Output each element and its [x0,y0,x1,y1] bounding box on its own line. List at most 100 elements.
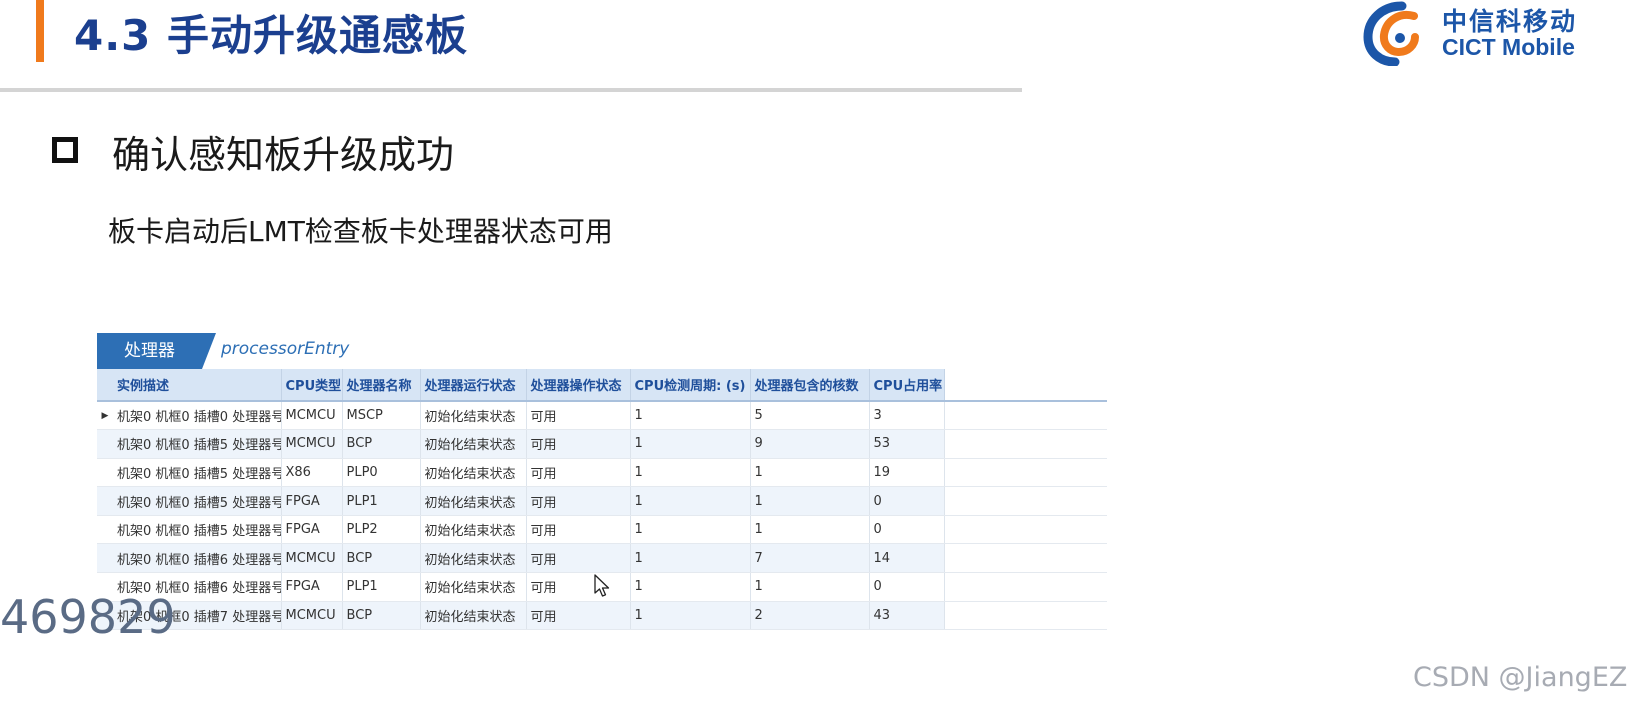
table-cell[interactable]: 可用 [526,572,631,602]
row-selector[interactable] [97,543,113,574]
table-cell[interactable]: 1 [630,486,751,516]
table-row[interactable]: 机架0 机框0 插槽5 处理器号0 MCMCU BCP 初始化结束状态 可用 1 9 53 [97,429,1107,459]
table-cell[interactable]: 机架0 机框0 插槽0 处理器号0 [113,401,282,431]
table-cell[interactable]: 53 [869,429,945,459]
table-cell[interactable]: 1 [630,401,751,431]
table-cell[interactable]: 1 [750,486,870,516]
table-cell[interactable]: MSCP [342,401,421,431]
section-heading: 确认感知板升级成功 [112,133,455,177]
table-cell[interactable]: MCMCU [281,429,343,459]
table-cell[interactable]: 7 [750,543,870,574]
column-header[interactable]: CPU占用率 [869,369,945,402]
table-cell[interactable]: PLP2 [342,515,421,545]
table-cell[interactable]: 初始化结束状态 [420,429,527,459]
table-cell[interactable]: 可用 [526,458,631,488]
table-row[interactable]: 机架0 机框0 插槽5 处理器号2 FPGA PLP1 初始化结束状态 可用 1 1 0 [97,486,1107,516]
table-cell[interactable]: BCP [342,601,421,631]
table-cell[interactable]: 1 [630,458,751,488]
row-filler [944,401,1107,431]
table-cell[interactable]: BCP [342,429,421,459]
table-cell[interactable]: 1 [630,601,751,631]
table-cell[interactable]: 机架0 机框0 插槽5 处理器号1 [113,458,282,488]
table-cell[interactable]: 可用 [526,515,631,545]
table-cell[interactable]: 可用 [526,543,631,574]
table-cell[interactable]: MCMCU [281,601,343,631]
table-cell[interactable]: 机架0 机框0 插槽6 处理器号0 [113,543,282,574]
table-cell[interactable]: 可用 [526,601,631,631]
table-cell[interactable]: 可用 [526,429,631,459]
row-filler [944,515,1107,545]
row-selector[interactable] [97,486,113,516]
watermark-number: 469829 [0,590,176,644]
table-row[interactable]: ▶ 机架0 机框0 插槽0 处理器号0 MCMCU MSCP 初始化结束状态 可用 1 5 3 [97,401,1107,431]
table-cell[interactable]: 2 [750,601,870,631]
table-cell[interactable]: FPGA [281,486,343,516]
table-cell[interactable]: 初始化结束状态 [420,401,527,431]
row-filler [944,458,1107,488]
table-cell[interactable]: 可用 [526,401,631,431]
table-cell[interactable]: FPGA [281,515,343,545]
company-logo: 中信科移动 CICT Mobile [1362,0,1612,66]
tab-processor[interactable]: 处理器 [97,333,202,369]
table-cell[interactable]: FPGA [281,572,343,602]
table-cell[interactable]: PLP1 [342,486,421,516]
logo-text-cn: 中信科移动 [1442,7,1578,36]
table-cell[interactable]: 1 [630,515,751,545]
table-cell[interactable]: 43 [869,601,945,631]
table-cell[interactable]: PLP0 [342,458,421,488]
table-cell[interactable]: 1 [630,572,751,602]
column-header[interactable]: CPU检测周期: (s) [630,369,751,402]
table-cell[interactable]: MCMCU [281,401,343,431]
table-cell[interactable]: 1 [750,572,870,602]
table-cell[interactable]: 初始化结束状态 [420,458,527,488]
table-cell[interactable]: 19 [869,458,945,488]
table-cell[interactable]: 1 [750,515,870,545]
table-row[interactable]: 机架0 机框0 插槽5 处理器号1 X86 PLP0 初始化结束状态 可用 1 1 19 [97,458,1107,488]
column-header[interactable]: 处理器运行状态 [420,369,527,402]
table-cell[interactable]: 初始化结束状态 [420,572,527,602]
title-accent-bar [36,0,44,62]
row-filler [944,429,1107,459]
row-selector[interactable]: ▶ [97,401,113,431]
table-cell[interactable]: 3 [869,401,945,431]
watermark-csdn: CSDN @JiangEZ [1413,662,1628,693]
column-header[interactable]: CPU类型 [281,369,343,402]
table-cell[interactable]: BCP [342,543,421,574]
table-row[interactable]: 机架0 机框0 插槽6 处理器号0 MCMCU BCP 初始化结束状态 可用 1 7 14 [97,543,1107,574]
column-header[interactable]: 实例描述 [113,369,282,402]
table-cell[interactable]: 0 [869,486,945,516]
table-cell[interactable]: 1 [630,429,751,459]
section-subtext: 板卡启动后LMT检查板卡处理器状态可用 [108,215,613,248]
table-cell[interactable]: 初始化结束状态 [420,486,527,516]
row-selector[interactable] [97,429,113,459]
table-cell[interactable]: PLP1 [342,572,421,602]
table-cell[interactable]: 1 [750,458,870,488]
table-row[interactable]: 机架0 机框0 插槽7 处理器号0 MCMCU BCP 初始化结束状态 可用 1 2 43 [97,601,1107,631]
slide-title: 4.3 手动升级通感板 [74,11,469,60]
table-cell[interactable]: 机架0 机框0 插槽5 处理器号0 [113,429,282,459]
title-divider [0,88,1022,92]
table-cell[interactable]: 机架0 机框0 插槽5 处理器号3 [113,515,282,545]
table-row[interactable]: 机架0 机框0 插槽5 处理器号3 FPGA PLP2 初始化结束状态 可用 1 1 0 [97,515,1107,545]
table-cell[interactable]: 9 [750,429,870,459]
table-cell[interactable]: 5 [750,401,870,431]
table-cell[interactable]: 0 [869,572,945,602]
column-header[interactable]: 处理器名称 [342,369,421,402]
table-cell[interactable]: 初始化结束状态 [420,515,527,545]
table-header-row: 实例描述 CPU类型 处理器名称 处理器运行状态 处理器操作状态 CPU检测周期… [97,369,1107,402]
row-selector[interactable] [97,515,113,545]
tab-notch [202,333,216,369]
table-cell[interactable]: 可用 [526,486,631,516]
table-cell[interactable]: 初始化结束状态 [420,543,527,574]
table-cell[interactable]: 14 [869,543,945,574]
table-cell[interactable]: 机架0 机框0 插槽5 处理器号2 [113,486,282,516]
table-cell[interactable]: 初始化结束状态 [420,601,527,631]
column-header[interactable]: 处理器操作状态 [526,369,631,402]
column-header[interactable]: 处理器包含的核数 [750,369,870,402]
row-selector[interactable] [97,458,113,488]
table-cell[interactable]: 0 [869,515,945,545]
table-cell[interactable]: MCMCU [281,543,343,574]
table-cell[interactable]: X86 [281,458,343,488]
bullet-square-icon [52,137,78,163]
table-cell[interactable]: 1 [630,543,751,574]
